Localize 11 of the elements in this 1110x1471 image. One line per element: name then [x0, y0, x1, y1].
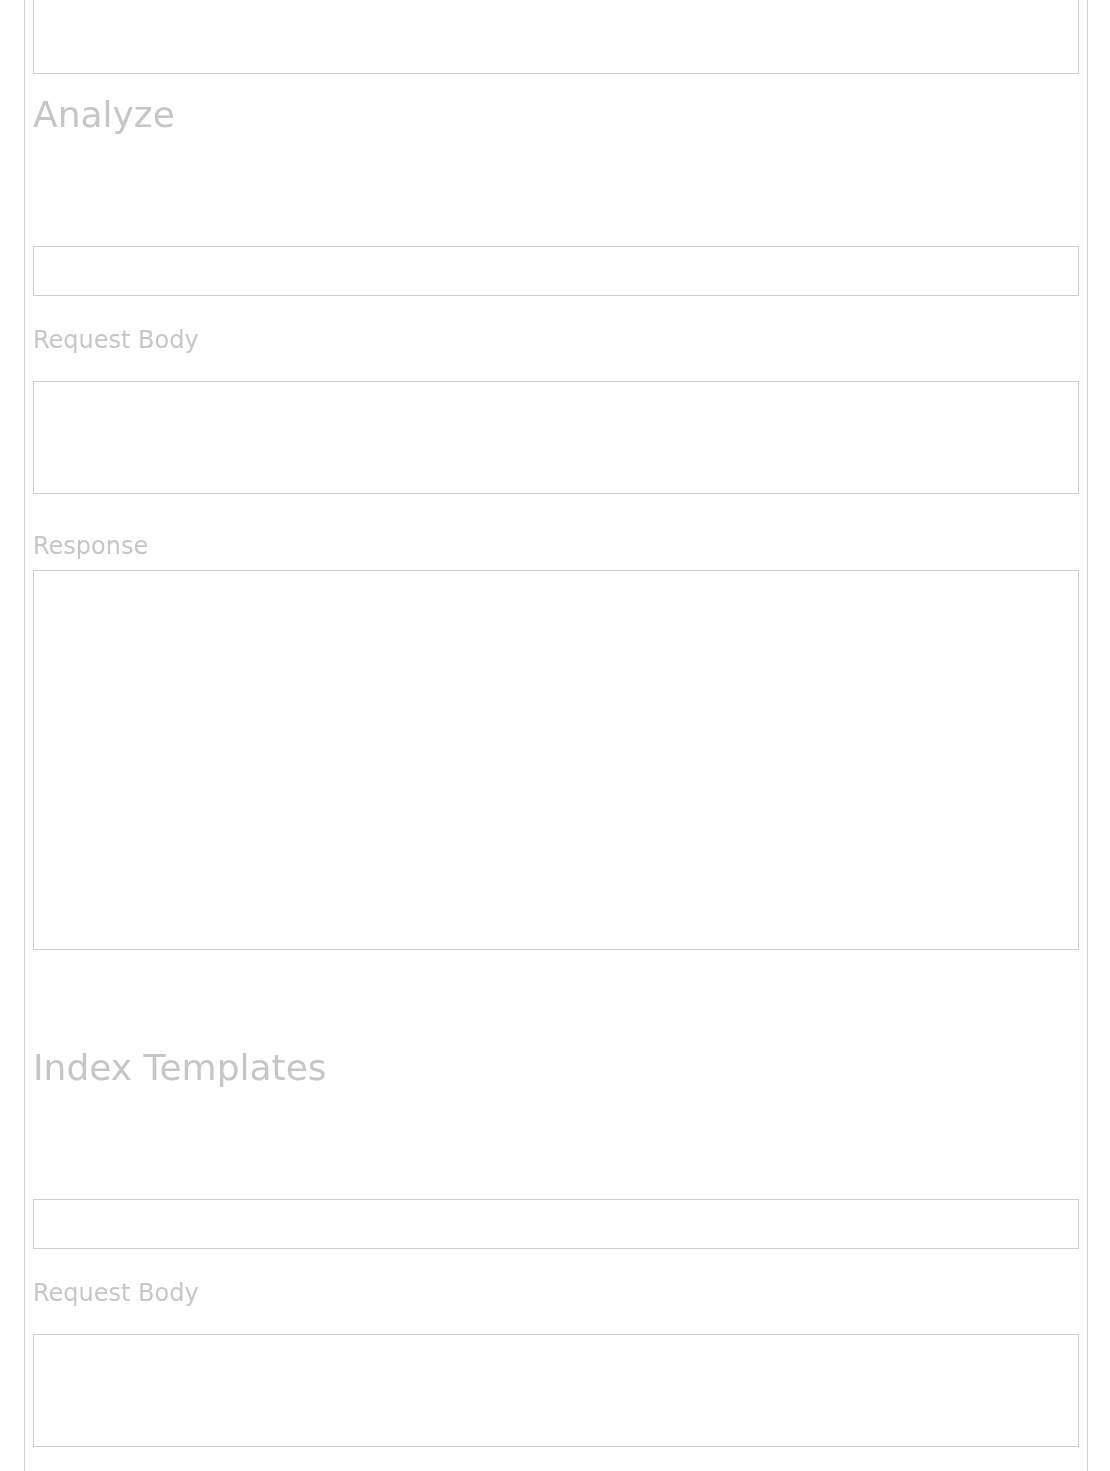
- request-body-field[interactable]: [33, 1334, 1079, 1447]
- field-label: Request Body: [33, 325, 200, 355]
- input-field[interactable]: [33, 246, 1079, 296]
- field-label: Request Body: [33, 1278, 200, 1308]
- request-body-field[interactable]: [33, 381, 1079, 494]
- response-field[interactable]: [33, 570, 1079, 950]
- input-field[interactable]: [33, 1199, 1079, 1249]
- section-heading: Analyze: [33, 93, 176, 137]
- section-heading: Index Templates: [33, 1046, 328, 1090]
- text-area[interactable]: [33, 0, 1079, 74]
- field-label: Response: [33, 531, 150, 561]
